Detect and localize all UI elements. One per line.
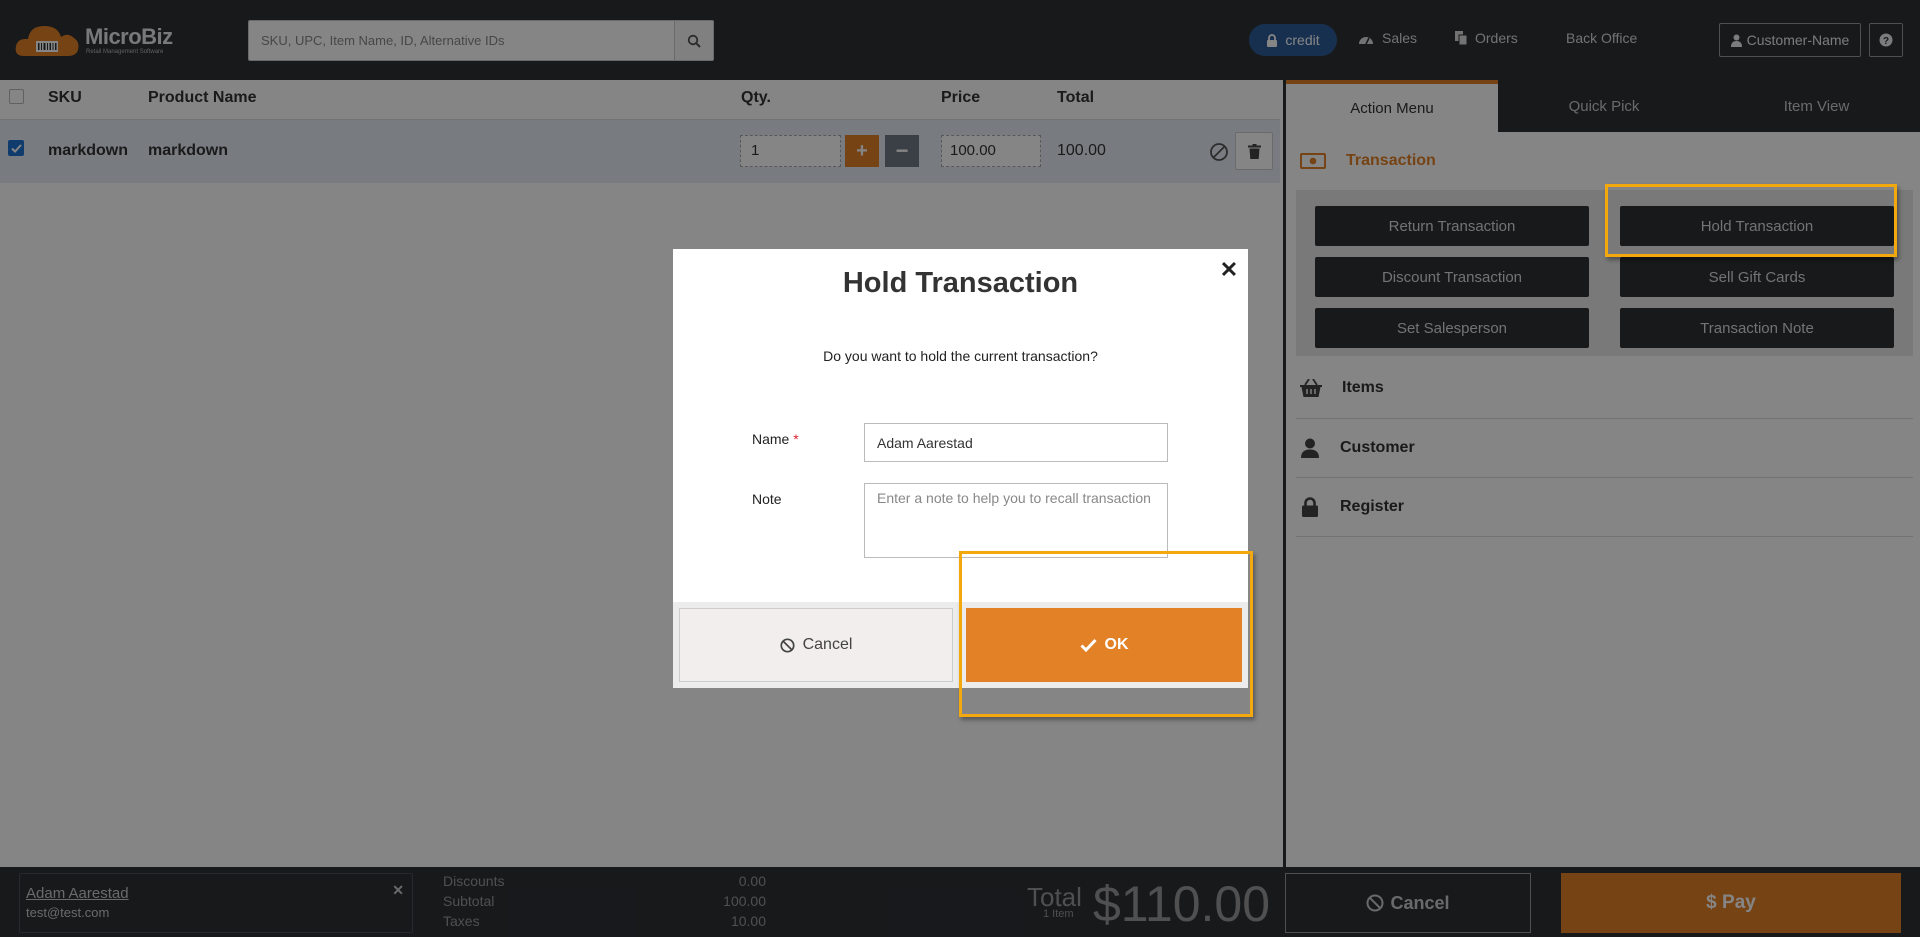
dialog-footer: Cancel OK [673,602,1248,688]
close-icon[interactable]: ✕ [1218,257,1240,282]
ban-icon [780,637,795,653]
check-icon [1079,638,1097,652]
dialog-cancel-button[interactable]: Cancel [679,608,953,682]
dialog-ok-label: OK [1104,636,1129,653]
dialog-ok-button[interactable]: OK [966,608,1242,682]
note-label: Note [752,491,782,507]
dialog-question: Do you want to hold the current transact… [823,348,1098,364]
hold-transaction-dialog: Hold Transaction ✕ Do you want to hold t… [673,249,1248,688]
name-field[interactable] [864,423,1168,462]
dialog-title: Hold Transaction [842,267,1079,299]
note-field[interactable] [864,483,1168,558]
dialog-cancel-label: Cancel [802,636,853,653]
required-mark: * [793,431,799,447]
name-label: Name * [752,431,799,447]
